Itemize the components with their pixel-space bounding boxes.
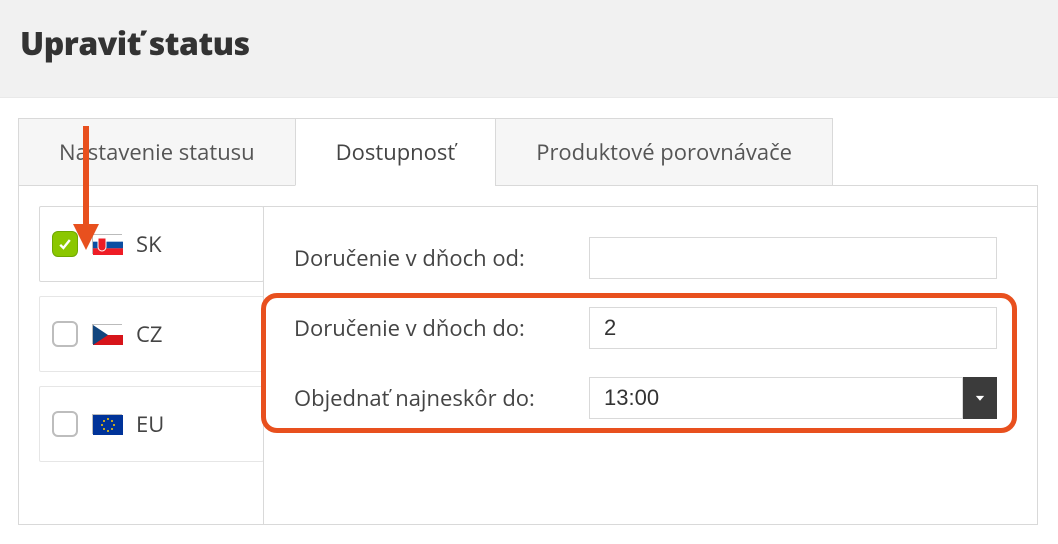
- chevron-down-icon: [973, 391, 987, 405]
- tab-product-comparators[interactable]: Produktové porovnávače: [495, 118, 833, 186]
- tab-content: SK CZ: [18, 185, 1038, 525]
- country-item-eu[interactable]: EU: [39, 386, 264, 462]
- checkbox-eu[interactable]: [52, 411, 78, 437]
- label-order-until: Objednať najneskôr do:: [294, 383, 589, 413]
- row-order-until: Objednať najneskôr do:: [294, 377, 997, 419]
- input-delivery-to[interactable]: [589, 307, 997, 349]
- flag-cz-icon: [92, 324, 122, 344]
- page-header: Upraviť status: [0, 0, 1058, 98]
- page-title: Upraviť status: [20, 22, 1038, 65]
- checkbox-sk[interactable]: [52, 231, 78, 257]
- country-item-cz[interactable]: CZ: [39, 296, 264, 372]
- row-delivery-from: Doručenie v dňoch od:: [294, 237, 997, 279]
- input-delivery-from[interactable]: [589, 237, 997, 279]
- tab-availability[interactable]: Dostupnosť: [295, 118, 497, 186]
- checkbox-cz[interactable]: [52, 321, 78, 347]
- tab-status-settings[interactable]: Nastavenie statusu: [18, 118, 296, 186]
- label-delivery-from: Doručenie v dňoch od:: [294, 243, 589, 273]
- dropdown-toggle-order-until[interactable]: [963, 377, 997, 419]
- country-code-label: CZ: [136, 319, 162, 349]
- availability-form: Doručenie v dňoch od: Doručenie v dňoch …: [263, 206, 1037, 524]
- flag-sk-icon: [92, 234, 122, 254]
- input-order-until[interactable]: [589, 377, 963, 419]
- row-delivery-to: Doručenie v dňoch do:: [294, 307, 997, 349]
- country-code-label: SK: [136, 229, 162, 259]
- tab-strip: Nastavenie statusu Dostupnosť Produktové…: [18, 118, 1058, 186]
- country-code-label: EU: [136, 409, 164, 439]
- flag-eu-icon: [92, 414, 122, 434]
- country-list: SK CZ: [19, 206, 264, 524]
- label-delivery-to: Doručenie v dňoch do:: [294, 313, 589, 343]
- country-item-sk[interactable]: SK: [39, 206, 264, 282]
- check-icon: [57, 236, 73, 252]
